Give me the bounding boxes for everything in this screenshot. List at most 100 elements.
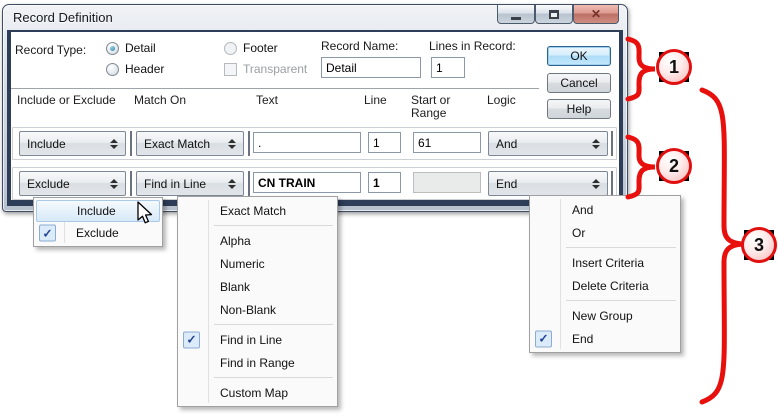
annotation-brace-2 bbox=[625, 134, 659, 200]
header-logic: Logic bbox=[487, 94, 516, 107]
logic-value-row1: And bbox=[496, 137, 517, 151]
record-name-input[interactable] bbox=[321, 57, 421, 78]
column-grip bbox=[248, 171, 250, 196]
menu-item-label: Delete Criteria bbox=[572, 279, 649, 293]
annotation-brace-1 bbox=[625, 36, 659, 102]
include-exclude-value-row1: Include bbox=[27, 137, 66, 151]
updown-icon bbox=[592, 179, 600, 189]
line-input-row2[interactable] bbox=[368, 172, 401, 193]
column-grip bbox=[130, 171, 132, 196]
menu-item-label: Custom Map bbox=[220, 386, 288, 400]
checkbox-transparent-icon bbox=[224, 63, 237, 76]
screenshot-stage: Record Definition ✕ Record Type: Detail … bbox=[0, 0, 778, 419]
cancel-button[interactable]: Cancel bbox=[547, 73, 611, 93]
annotation-badge-3: 3 bbox=[740, 226, 778, 264]
menu-item-label: New Group bbox=[572, 309, 633, 323]
radio-footer-label: Footer bbox=[243, 41, 278, 55]
ok-button[interactable]: OK bbox=[547, 46, 611, 66]
help-button[interactable]: Help bbox=[547, 99, 611, 119]
updown-icon bbox=[110, 179, 118, 189]
section-separator bbox=[11, 88, 539, 90]
checkbox-transparent: Transparent bbox=[224, 62, 307, 76]
radio-header-label: Header bbox=[125, 62, 164, 76]
annotation-badge-1: 1 bbox=[655, 48, 693, 86]
lines-in-record-input[interactable] bbox=[431, 57, 465, 78]
window-title: Record Definition bbox=[13, 10, 113, 25]
updown-icon bbox=[592, 139, 600, 149]
include-exclude-dropdown-row2[interactable]: Exclude bbox=[19, 171, 126, 196]
match-on-dropdown-row1[interactable]: Exact Match bbox=[136, 131, 244, 156]
close-button[interactable]: ✕ bbox=[573, 5, 619, 24]
text-input-row2[interactable] bbox=[253, 172, 361, 193]
menu-item-numeric[interactable]: Numeric bbox=[180, 252, 335, 275]
radio-footer-icon bbox=[224, 42, 237, 55]
radio-detail[interactable]: Detail bbox=[106, 41, 156, 55]
menu-item-label: Find in Line bbox=[220, 333, 282, 347]
text-input-row1[interactable] bbox=[253, 132, 361, 153]
ok-button-label: OK bbox=[570, 49, 587, 63]
menu-item-exact-match[interactable]: Exact Match bbox=[180, 199, 335, 222]
header-line: Line bbox=[364, 94, 387, 107]
match-on-menu: Exact Match Alpha Numeric Blank Non-Blan… bbox=[177, 196, 338, 407]
menu-item-exclude-label: Exclude bbox=[76, 226, 119, 240]
menu-item-find-in-range[interactable]: Find in Range bbox=[180, 351, 335, 374]
record-name-label: Record Name: bbox=[321, 39, 398, 53]
start-or-range-input-row2-disabled bbox=[413, 172, 481, 193]
checkbox-transparent-label: Transparent bbox=[243, 62, 307, 76]
logic-dropdown-row1[interactable]: And bbox=[488, 131, 608, 156]
lines-in-record-label: Lines in Record: bbox=[429, 39, 516, 53]
radio-detail-icon bbox=[106, 42, 119, 55]
cancel-button-label: Cancel bbox=[560, 76, 597, 90]
close-icon: ✕ bbox=[591, 7, 601, 21]
menu-item-label: End bbox=[572, 332, 593, 346]
menu-separator bbox=[214, 324, 333, 325]
include-exclude-value-row2: Exclude bbox=[27, 177, 70, 191]
include-exclude-dropdown-row1[interactable]: Include bbox=[19, 131, 126, 156]
start-or-range-input-row1[interactable] bbox=[413, 132, 481, 153]
badge-number: 3 bbox=[741, 227, 777, 263]
annotation-badge-2: 2 bbox=[655, 147, 693, 185]
updown-icon bbox=[110, 139, 118, 149]
menu-item-include-label: Include bbox=[77, 204, 116, 218]
menu-item-find-in-line[interactable]: ✓ Find in Line bbox=[180, 328, 335, 351]
match-on-dropdown-row2[interactable]: Find in Line bbox=[136, 171, 244, 196]
column-grip bbox=[248, 131, 250, 156]
menu-item-label: Alpha bbox=[220, 234, 251, 248]
menu-item-label: Blank bbox=[220, 280, 250, 294]
column-grip bbox=[611, 171, 613, 196]
criteria-row-1: Include Exact Match And bbox=[12, 127, 617, 160]
menu-item-label: Insert Criteria bbox=[572, 256, 644, 270]
checkmark-icon: ✓ bbox=[535, 330, 552, 347]
menu-item-insert-criteria[interactable]: Insert Criteria bbox=[532, 251, 678, 274]
maximize-button[interactable] bbox=[535, 5, 573, 24]
match-on-value-row2: Find in Line bbox=[144, 177, 206, 191]
record-type-label: Record Type: bbox=[15, 43, 86, 57]
menu-item-or[interactable]: Or bbox=[532, 221, 678, 244]
menu-item-label: Exact Match bbox=[220, 204, 286, 218]
logic-dropdown-row2[interactable]: End bbox=[488, 171, 608, 196]
help-button-label: Help bbox=[567, 102, 592, 116]
menu-item-label: Find in Range bbox=[220, 356, 295, 370]
radio-detail-label: Detail bbox=[125, 41, 156, 55]
menu-separator bbox=[566, 300, 676, 301]
menu-item-and[interactable]: And bbox=[532, 198, 678, 221]
badge-number: 1 bbox=[656, 49, 692, 85]
menu-item-delete-criteria[interactable]: Delete Criteria bbox=[532, 274, 678, 297]
record-definition-dialog: Record Definition ✕ Record Type: Detail … bbox=[2, 4, 628, 212]
updown-icon bbox=[228, 179, 236, 189]
menu-item-label: Non-Blank bbox=[220, 303, 276, 317]
radio-header[interactable]: Header bbox=[106, 62, 164, 76]
menu-item-label: Numeric bbox=[220, 257, 265, 271]
line-input-row1[interactable] bbox=[368, 132, 401, 153]
menu-item-custom-map[interactable]: Custom Map bbox=[180, 381, 335, 404]
menu-item-alpha[interactable]: Alpha bbox=[180, 229, 335, 252]
menu-item-new-group[interactable]: New Group bbox=[532, 304, 678, 327]
menu-item-end[interactable]: ✓ End bbox=[532, 327, 678, 350]
menu-item-blank[interactable]: Blank bbox=[180, 275, 335, 298]
menu-item-non-blank[interactable]: Non-Blank bbox=[180, 298, 335, 321]
menu-item-label: And bbox=[572, 203, 593, 217]
menu-separator bbox=[214, 225, 333, 226]
radio-footer[interactable]: Footer bbox=[224, 41, 278, 55]
minimize-button[interactable] bbox=[497, 5, 535, 24]
menu-separator bbox=[566, 247, 676, 248]
